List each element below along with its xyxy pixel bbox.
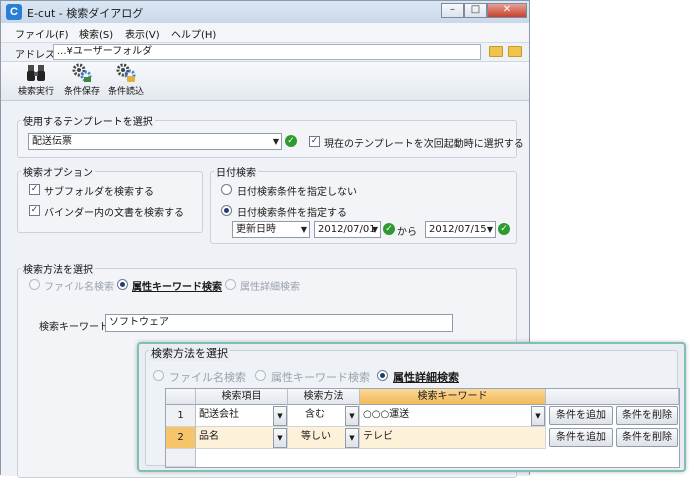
template-select[interactable]: 配送伝票 ▼ <box>28 133 282 150</box>
filename-search-radio[interactable] <box>29 279 40 290</box>
date-none-radio[interactable] <box>221 184 232 195</box>
search-execute-label: 検索実行 <box>17 87 54 97</box>
save-condition-label: 条件保存 <box>63 87 100 97</box>
ov-attr-keyword-label: 属性キーワード検索 <box>271 371 370 384</box>
keyword-value: ○○○運送 <box>363 409 410 420</box>
minimize-button[interactable]: – <box>441 3 464 18</box>
attr-detail-label: 属性詳細検索 <box>240 282 300 293</box>
from-suffix-label: から <box>397 227 417 238</box>
chevron-down-icon: ▼ <box>300 225 307 234</box>
keyword-dropdown-button[interactable]: ▼ <box>531 406 545 426</box>
method-group-title: 検索方法を選択 <box>21 261 95 276</box>
template-valid-icon: ✓ <box>285 135 297 147</box>
close-button[interactable]: ✕ <box>487 3 527 18</box>
detail-search-title: 検索方法を選択 <box>149 345 230 361</box>
address-bar: アドレス ...¥ユーザーフォルダ <box>1 42 529 61</box>
gears-lock-icon <box>116 63 136 83</box>
delete-condition-button[interactable]: 条件を削除 <box>616 428 678 447</box>
next-startup-label: 現在のテンプレートを次回起動時に選択する <box>324 139 524 150</box>
item-dropdown-button[interactable]: ▼ <box>273 428 287 448</box>
menu-bar: ファイル(F) 検索(S) 表示(V) ヘルプ(H) <box>1 23 529 42</box>
date-set-radio[interactable] <box>221 205 232 216</box>
filename-search-label: ファイル名検索 <box>44 282 114 293</box>
chevron-down-icon: ▼ <box>371 225 378 234</box>
add-condition-button[interactable]: 条件を追加 <box>549 406 613 425</box>
method-dropdown-button[interactable]: ▼ <box>345 406 359 426</box>
date-search-title: 日付検索 <box>214 164 258 179</box>
col-header-keyword[interactable]: 検索キーワード <box>360 389 546 405</box>
ov-attr-keyword-radio[interactable] <box>255 370 266 381</box>
item-value: 品名 <box>199 431 219 442</box>
binoculars-icon <box>26 63 46 83</box>
folder-open-icon[interactable] <box>508 46 522 57</box>
from-date-valid-icon: ✓ <box>383 223 395 235</box>
template-group-title: 使用するテンプレートを選択 <box>21 113 155 128</box>
condition-grid: 検索項目 検索方法 検索キーワード 1 配送会社 ▼ 含む ▼ ○○○運送 ▼ … <box>165 388 680 468</box>
search-options-title: 検索オプション <box>21 164 95 179</box>
template-select-value: 配送伝票 <box>32 136 72 147</box>
to-date-value: 2012/07/15 <box>429 224 487 235</box>
keyword-cell[interactable]: テレビ <box>360 427 546 449</box>
delete-condition-button[interactable]: 条件を削除 <box>616 406 678 425</box>
address-field[interactable]: ...¥ユーザーフォルダ <box>53 44 481 60</box>
ov-attr-detail-label: 属性詳細検索 <box>393 371 459 384</box>
from-date-value: 2012/07/01 <box>318 224 376 235</box>
load-condition-label: 条件読込 <box>107 87 144 97</box>
method-value: 含む <box>305 409 325 420</box>
address-label: アドレス <box>15 50 55 61</box>
row-number: 1 <box>166 405 196 427</box>
maximize-button[interactable]: □ <box>464 3 487 18</box>
date-set-label: 日付検索条件を指定する <box>237 208 347 219</box>
binder-label: バインダー内の文書を検索する <box>44 208 184 219</box>
search-options-group <box>17 171 203 233</box>
attr-keyword-radio[interactable] <box>117 279 128 290</box>
folder-up-icon[interactable] <box>489 46 503 57</box>
item-dropdown-button[interactable]: ▼ <box>273 406 287 426</box>
chevron-down-icon: ▼ <box>272 137 279 146</box>
subfolder-checkbox[interactable]: ✓ <box>29 184 40 195</box>
ov-filename-search-label: ファイル名検索 <box>169 371 246 384</box>
save-condition-button[interactable]: 条件保存 <box>61 63 103 101</box>
item-value: 配送会社 <box>199 409 239 420</box>
date-none-label: 日付検索条件を指定しない <box>237 187 357 198</box>
col-header-actions <box>546 389 679 405</box>
toolbar: 検索実行 条件保存 条件読込 <box>1 61 529 101</box>
title-bar: C E-cut - 検索ダイアログ – □ ✕ <box>1 1 529 23</box>
attr-detail-radio[interactable] <box>225 279 236 290</box>
keyword-value: テレビ <box>363 431 393 442</box>
col-header-method[interactable]: 検索方法 <box>288 389 360 405</box>
date-field-select[interactable]: 更新日時 ▼ <box>232 221 310 238</box>
chevron-down-icon: ▼ <box>486 225 493 234</box>
load-condition-button[interactable]: 条件読込 <box>105 63 147 101</box>
next-startup-checkbox[interactable]: ✓ <box>309 136 320 147</box>
empty-row-header <box>166 449 196 467</box>
keyword-label: 検索キーワード <box>39 322 109 333</box>
col-header-item[interactable]: 検索項目 <box>196 389 288 405</box>
keyword-cell[interactable]: ○○○運送 <box>360 405 546 427</box>
menu-help[interactable]: ヘルプ(H) <box>171 26 216 41</box>
window-title: E-cut - 検索ダイアログ <box>27 7 144 20</box>
detail-search-panel: 検索方法を選択 ファイル名検索 属性キーワード検索 属性詳細検索 検索項目 検索… <box>137 342 686 472</box>
from-date-picker[interactable]: 2012/07/01 ▼ <box>314 221 381 238</box>
to-date-valid-icon: ✓ <box>498 223 510 235</box>
date-field-value: 更新日時 <box>236 224 276 235</box>
menu-view[interactable]: 表示(V) <box>125 26 160 41</box>
gears-save-icon <box>72 63 92 83</box>
ov-attr-detail-radio[interactable] <box>377 370 388 381</box>
keyword-input[interactable]: ソフトウェア <box>105 314 453 332</box>
method-dropdown-button[interactable]: ▼ <box>345 428 359 448</box>
subfolder-label: サブフォルダを検索する <box>44 187 154 198</box>
ov-filename-search-radio[interactable] <box>153 370 164 381</box>
to-date-picker[interactable]: 2012/07/15 ▼ <box>425 221 496 238</box>
method-value: 等しい <box>301 431 331 442</box>
attr-keyword-label: 属性キーワード検索 <box>132 282 222 293</box>
grid-corner <box>166 389 196 405</box>
menu-file[interactable]: ファイル(F) <box>15 26 69 41</box>
add-condition-button[interactable]: 条件を追加 <box>549 428 613 447</box>
row-number: 2 <box>166 427 196 449</box>
app-icon: C <box>6 4 22 20</box>
search-execute-button[interactable]: 検索実行 <box>15 63 57 101</box>
menu-search[interactable]: 検索(S) <box>79 26 113 41</box>
binder-checkbox[interactable]: ✓ <box>29 205 40 216</box>
